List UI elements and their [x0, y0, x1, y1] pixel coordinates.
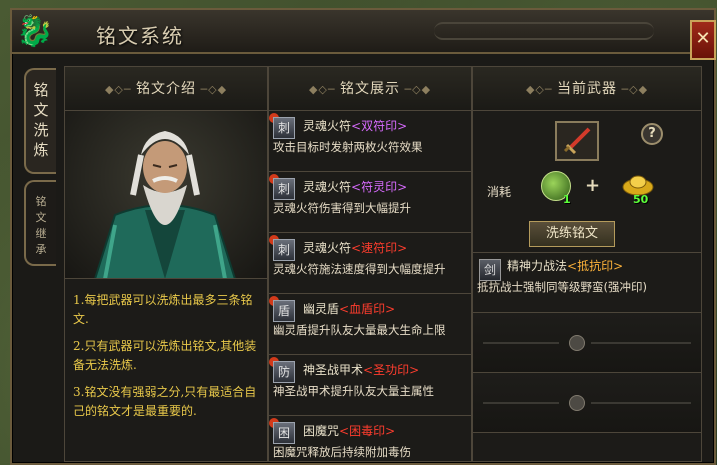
- skill-name: 幽灵盾: [303, 302, 340, 316]
- skill-name: 灵魂火符: [303, 119, 352, 133]
- showcase-panel: ◆◇─ 铭文展示 ─◇◆ 刺 灵魂火符<双符印> 攻击目标时发射两枚火符效果 刺…: [268, 66, 472, 462]
- weapon-section: ? 消耗 1 + 50 洗练铭文: [473, 111, 701, 253]
- intro-line: 2.只有武器可以洗炼出铭文,其他装备无法洗炼.: [73, 339, 257, 372]
- skill-icon: 刺: [273, 239, 295, 261]
- inscription-name: 幽灵盾<血盾印>: [303, 300, 465, 318]
- showcase-header-label: 铭文展示: [340, 81, 400, 97]
- inscription-desc: 神圣战甲术提升队友大量主属性: [273, 384, 434, 398]
- seal-name: <速符印>: [351, 241, 408, 255]
- tab-char: 承: [35, 243, 47, 256]
- intro-line: 1.每把武器可以洗炼出最多三条铭文.: [73, 293, 253, 326]
- chain-decor: [591, 402, 691, 404]
- list-item[interactable]: 刺 灵魂火符<双符印> 攻击目标时发射两枚火符效果: [269, 111, 471, 172]
- tab-char: 炼: [33, 141, 49, 159]
- inscription-name: 神圣战甲术<圣功印>: [303, 361, 465, 379]
- seal-name: <血盾印>: [339, 302, 396, 316]
- dragon-ornament-icon: 🐉: [16, 14, 54, 49]
- chain-decor: [483, 342, 559, 344]
- inscription-desc: 攻击目标时发射两枚火符效果: [273, 140, 423, 154]
- skill-icon: 盾: [273, 300, 295, 322]
- inscription-window: 🐉 铭文系统 ✕ 铭 文 洗 炼 铭 文 继 承 ◆◇─ 铭文介绍 ─◇◆ 1.…: [10, 8, 716, 465]
- skill-icon: 刺: [273, 117, 295, 139]
- tab-char: 铭: [35, 195, 47, 208]
- consume-label: 消耗: [487, 185, 512, 199]
- intro-text: 1.每把武器可以洗炼出最多三条铭文. 2.只有武器可以洗炼出铭文,其他装备无法洗…: [65, 279, 267, 421]
- list-item[interactable]: 刺 灵魂火符<速符印> 灵魂火符施法速度得到大幅度提升: [269, 233, 471, 294]
- weapon-slot[interactable]: [555, 121, 599, 161]
- inscription-desc: 灵魂火符施法速度得到大幅度提升: [273, 262, 446, 276]
- refine-inscription-button[interactable]: 洗练铭文: [529, 221, 615, 247]
- list-item[interactable]: 困 困魔咒<困毒印> 困魔咒释放后持续附加毒伤: [269, 416, 471, 463]
- locked-slot: [473, 373, 701, 433]
- inscription-desc: 抵抗战士强制同等级野蛮(强冲印): [477, 280, 647, 294]
- equipped-inscription[interactable]: 剑 精神力战法<抵抗印> 抵抗战士强制同等级野蛮(强冲印): [473, 253, 701, 313]
- window-title: 铭文系统: [96, 24, 184, 48]
- skill-icon: 困: [273, 422, 295, 444]
- list-item[interactable]: 刺 灵魂火符<符灵印> 灵魂火符伤害得到大幅提升: [269, 172, 471, 233]
- lock-icon: [569, 395, 585, 411]
- weapon-header: ◆◇─ 当前武器 ─◇◆: [473, 67, 701, 111]
- inscription-list[interactable]: 刺 灵魂火符<双符印> 攻击目标时发射两枚火符效果 刺 灵魂火符<符灵印> 灵魂…: [269, 111, 471, 463]
- seal-name: <符灵印>: [351, 180, 408, 194]
- inscription-desc: 幽灵盾提升队友大量最大生命上限: [273, 323, 446, 337]
- skill-name: 神圣战甲术: [303, 363, 364, 377]
- skill-name: 灵魂火符: [303, 180, 352, 194]
- tab-char: 洗: [33, 121, 49, 139]
- weapon-header-label: 当前武器: [557, 81, 617, 97]
- seal-name: <双符印>: [351, 119, 408, 133]
- npc-portrait: [65, 111, 267, 279]
- tab-char: 文: [33, 101, 49, 119]
- stone-count: 1: [563, 193, 571, 206]
- close-button[interactable]: ✕: [690, 20, 716, 60]
- plus-sign: +: [585, 175, 601, 196]
- inscription-desc: 灵魂火符伤害得到大幅提升: [273, 201, 411, 215]
- skill-name: 精神力战法: [507, 259, 568, 273]
- tab-char: 文: [35, 211, 47, 224]
- tab-inscription-refine[interactable]: 铭 文 洗 炼: [24, 68, 56, 174]
- intro-line: 3.铭文没有强弱之分,只有最适合自己的铭文才是最重要的.: [73, 385, 257, 418]
- intro-header-label: 铭文介绍: [136, 81, 196, 97]
- list-item[interactable]: 盾 幽灵盾<血盾印> 幽灵盾提升队友大量最大生命上限: [269, 294, 471, 355]
- title-bar[interactable]: 🐉 铭文系统: [12, 10, 714, 54]
- tab-char: 铭: [33, 81, 49, 99]
- title-ornament: [434, 22, 654, 40]
- intro-header: ◆◇─ 铭文介绍 ─◇◆: [65, 67, 267, 111]
- weapon-panel: ◆◇─ 当前武器 ─◇◆ ? 消耗 1 + 50 洗练铭文 剑 精神力战法<抵抗…: [472, 66, 702, 462]
- inscription-name: 灵魂火符<速符印>: [303, 239, 465, 257]
- tab-inscription-inherit[interactable]: 铭 文 继 承: [24, 180, 56, 266]
- skill-name: 困魔咒: [303, 424, 340, 438]
- skill-icon: 刺: [273, 178, 295, 200]
- gold-count: 50: [633, 193, 649, 206]
- inscription-desc: 困魔咒释放后持续附加毒伤: [273, 445, 411, 459]
- showcase-header: ◆◇─ 铭文展示 ─◇◆: [269, 67, 471, 111]
- inscription-name: 困魔咒<困毒印>: [303, 422, 465, 440]
- sword-icon: [563, 127, 591, 155]
- lock-icon: [569, 335, 585, 351]
- tab-char: 继: [35, 227, 47, 240]
- help-button[interactable]: ?: [641, 123, 663, 145]
- chain-decor: [483, 402, 559, 404]
- locked-slot: [473, 313, 701, 373]
- inscription-name: 灵魂火符<双符印>: [303, 117, 465, 135]
- chain-decor: [591, 342, 691, 344]
- intro-panel: ◆◇─ 铭文介绍 ─◇◆ 1.每把武器可以洗炼出最多三条铭文. 2.只有武器可以…: [64, 66, 268, 462]
- seal-name: <圣功印>: [363, 363, 420, 377]
- skill-icon: 防: [273, 361, 295, 383]
- list-item[interactable]: 防 神圣战甲术<圣功印> 神圣战甲术提升队友大量主属性: [269, 355, 471, 416]
- seal-name: <困毒印>: [339, 424, 396, 438]
- skill-name: 灵魂火符: [303, 241, 352, 255]
- inscription-name: 精神力战法<抵抗印>: [507, 257, 697, 275]
- seal-name: <抵抗印>: [567, 259, 624, 273]
- skill-icon: 剑: [479, 259, 501, 281]
- inscription-name: 灵魂火符<符灵印>: [303, 178, 465, 196]
